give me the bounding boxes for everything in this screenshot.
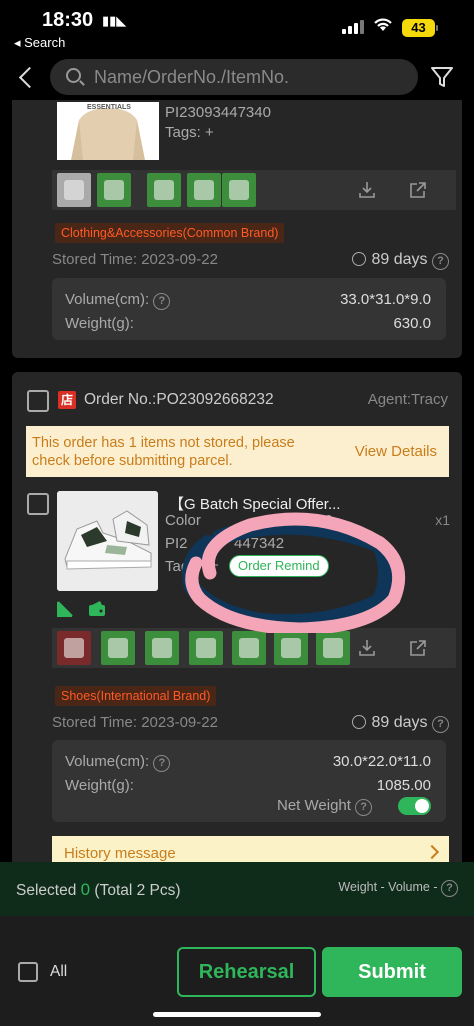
help-icon[interactable]: ? — [355, 799, 373, 816]
volume-value: 33.0*31.0*9.0 — [340, 291, 431, 308]
volume-value: 30.0*22.0*11.0 — [332, 753, 431, 770]
search-bar[interactable] — [50, 59, 418, 95]
qc-photo[interactable] — [222, 173, 256, 207]
photo-strip — [52, 628, 456, 668]
product-brand-text: ESSENTIALS — [87, 104, 131, 111]
submit-button[interactable]: Submit — [322, 947, 462, 997]
order-card-2: 店 Order No.:PO23092668232 Agent:Tracy Th… — [12, 372, 462, 872]
filter-icon[interactable] — [430, 65, 456, 91]
weight-label: Weight(g): — [65, 315, 134, 332]
signal-icon — [342, 20, 364, 34]
qc-photo[interactable] — [232, 631, 266, 665]
product-thumbnail[interactable]: ESSENTIALS — [57, 102, 159, 160]
item-color-label: Color — [165, 512, 201, 529]
wallet-icon — [88, 600, 106, 618]
search-icon — [66, 68, 81, 83]
help-icon[interactable]: ? — [153, 293, 171, 310]
no-battery-icon — [56, 600, 74, 618]
chevron-right-icon — [424, 844, 440, 860]
pi-number-suffix: 447342 — [234, 535, 285, 552]
add-tag-button[interactable]: + — [210, 557, 219, 574]
back-to-search-link[interactable]: ◂ Search — [14, 35, 65, 51]
notice-text: This order has 1 items not stored, pleas… — [32, 435, 295, 469]
clock-icon — [351, 252, 366, 266]
qc-photo[interactable] — [101, 631, 135, 665]
item-title[interactable]: 【G Batch Special Offer... — [169, 493, 340, 514]
order-checkbox[interactable] — [27, 390, 49, 412]
weight-label: Weight(g): — [65, 777, 134, 794]
qc-photo[interactable] — [57, 631, 91, 665]
qc-photo[interactable] — [187, 173, 221, 207]
order-card-1: ESSENTIALS PI23093447340 Tags: + Clothin… — [12, 100, 462, 358]
storage-days-text: 89 days — [371, 251, 428, 268]
qc-photo[interactable] — [316, 631, 350, 665]
download-icon[interactable] — [357, 180, 377, 200]
storage-days: 89 days ? — [351, 250, 449, 270]
agent-name: Agent:Tracy — [367, 391, 448, 408]
item-quantity: x1 — [435, 512, 450, 528]
item-color-suffix: 6 — [324, 512, 333, 529]
rehearsal-button[interactable]: Rehearsal — [177, 947, 316, 997]
storage-days: 89 days ? — [351, 713, 449, 733]
qc-photo[interactable] — [274, 631, 308, 665]
select-all-label[interactable]: All — [50, 963, 67, 981]
search-header — [0, 56, 474, 102]
search-input[interactable] — [94, 61, 404, 93]
volume-label: Volume(cm): ? — [65, 753, 171, 772]
unstored-notice: This order has 1 items not stored, pleas… — [26, 426, 449, 477]
help-icon[interactable]: ? — [432, 253, 449, 270]
help-icon[interactable]: ? — [153, 755, 171, 772]
status-time: 18:30 — [42, 9, 94, 31]
share-icon[interactable] — [408, 638, 428, 658]
home-indicator — [153, 1012, 321, 1017]
order-number[interactable]: Order No.:PO23092668232 — [84, 391, 274, 409]
pi-number: PI2 — [165, 535, 188, 552]
history-label: History message — [64, 845, 176, 862]
share-icon[interactable] — [408, 180, 428, 200]
action-footer: All Rehearsal Submit — [0, 916, 474, 1026]
download-icon[interactable] — [357, 638, 377, 658]
help-icon[interactable]: ? — [432, 716, 449, 733]
qc-photo[interactable] — [57, 173, 91, 207]
qc-photo[interactable] — [189, 631, 223, 665]
tags-label: Tag — [165, 558, 190, 575]
qc-photo[interactable] — [147, 173, 181, 207]
wifi-icon — [373, 17, 393, 37]
net-weight-label: Net Weight ? — [277, 797, 373, 816]
weight-value: 1085.00 — [376, 777, 431, 794]
status-bar: 18:30 ▮▮◣ ◂ Search 43 — [0, 0, 474, 56]
selected-summary: Selected 0 (Total 2 Pcs) — [16, 880, 181, 899]
select-all-checkbox[interactable] — [18, 962, 38, 982]
storage-days-text: 89 days — [371, 714, 428, 731]
stored-time: Stored Time: 2023-09-22 — [52, 251, 218, 268]
stored-time: Stored Time: 2023-09-22 — [52, 714, 218, 731]
item-checkbox[interactable] — [27, 493, 49, 515]
qc-photo[interactable] — [145, 631, 179, 665]
net-weight-toggle[interactable] — [398, 797, 431, 815]
qc-photo[interactable] — [97, 173, 131, 207]
back-chevron-icon[interactable] — [14, 62, 38, 92]
photo-strip — [52, 170, 456, 210]
selected-count: 0 — [80, 880, 91, 899]
battery-icon: 43 — [402, 19, 435, 37]
specs-panel: Volume(cm): ? 30.0*22.0*11.0 Weight(g): … — [52, 740, 446, 822]
tags-label[interactable]: Tags: + — [165, 124, 214, 141]
pi-number: PI23093447340 — [165, 104, 271, 121]
specs-panel: Volume(cm): ? 33.0*31.0*9.0 Weight(g): 6… — [52, 278, 446, 340]
weight-value: 630.0 — [393, 315, 431, 332]
clock-icon — [351, 715, 366, 729]
order-remind-badge[interactable]: Order Remind — [229, 555, 329, 577]
view-details-link[interactable]: View Details — [355, 443, 437, 460]
product-thumbnail[interactable] — [57, 491, 158, 591]
battery-tip — [436, 25, 438, 31]
focus-icon: ▮▮◣ — [102, 13, 127, 28]
category-badge: Clothing&Accessories(Common Brand) — [55, 223, 285, 243]
volume-label: Volume(cm): ? — [65, 291, 171, 310]
help-icon[interactable]: ? — [441, 880, 458, 897]
category-badge: Shoes(International Brand) — [55, 686, 217, 706]
shop-icon: 店 — [58, 391, 76, 409]
weight-volume-summary: Weight - Volume - ? — [338, 880, 458, 897]
selection-summary: Selected 0 (Total 2 Pcs) Weight - Volume… — [0, 862, 474, 916]
